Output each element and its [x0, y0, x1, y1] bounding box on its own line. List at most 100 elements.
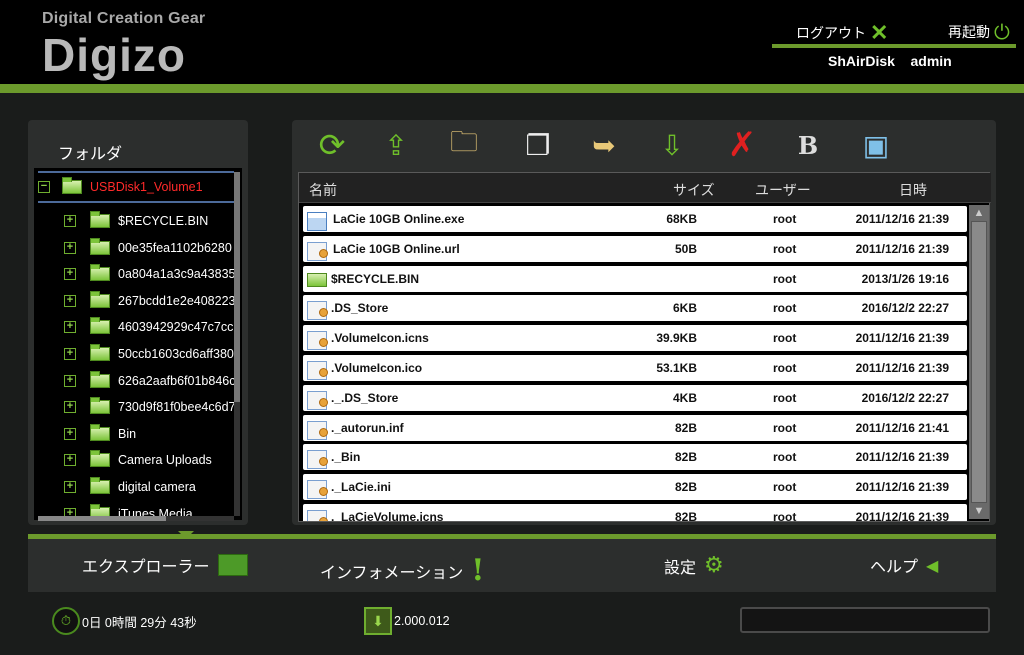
expand-icon[interactable]: +: [64, 374, 76, 387]
file-size: 82B: [674, 450, 697, 465]
file-date: 2011/12/16 21:39: [855, 331, 949, 346]
expand-icon[interactable]: +: [64, 454, 76, 467]
header-divider: [772, 44, 1016, 48]
file-row[interactable]: .VolumeIcon.icns 39.9KB root 2011/12/16 21:…: [303, 325, 967, 352]
column-size[interactable]: サイズ: [673, 180, 715, 200]
file-user: root: [773, 450, 797, 465]
scrollbar-thumb[interactable]: [38, 516, 166, 521]
preview-button[interactable]: ▣: [856, 126, 896, 164]
tree-item-label: Bin: [118, 426, 137, 441]
tree-item[interactable]: + Bin: [64, 421, 136, 447]
device-name: ShAirDisk: [828, 53, 895, 69]
delete-button[interactable]: ✗: [722, 126, 762, 164]
folder-tree[interactable]: − USBDisk1_Volume1 + $RECYCLE.BIN +00e35fe…: [34, 168, 242, 520]
column-user[interactable]: ユーザー: [755, 180, 811, 200]
file-size: 4KB: [672, 390, 697, 405]
nav-help-label: ヘルプ: [870, 557, 919, 576]
file-row[interactable]: ._.DS_Store 4KB root 2016/12/2 22:27: [303, 384, 967, 411]
column-name[interactable]: 名前: [309, 180, 337, 200]
file-user: root: [773, 510, 797, 521]
file-size: 82B: [674, 480, 697, 495]
file-row[interactable]: ._LaCie.ini 82B root 2011/12/16 21:39: [303, 474, 967, 501]
tree-item[interactable]: +0a804a1a3c9a43835: [64, 261, 235, 287]
file-name: LaCie 10GB Online.url: [333, 241, 460, 256]
nav-settings[interactable]: 設定 ⚙: [664, 553, 724, 578]
expand-icon[interactable]: +: [64, 348, 76, 360]
nav-information[interactable]: インフォメーション !: [320, 553, 484, 588]
file-name: LaCie 10GB Online.exe: [333, 212, 465, 226]
new-folder-button[interactable]: 🗀: [444, 126, 484, 164]
file-row[interactable]: .VolumeIcon.ico 53.1KB root 2011/12/16 21:3…: [303, 355, 967, 381]
expand-icon[interactable]: +: [64, 268, 76, 281]
refresh-button[interactable]: ⟳: [312, 126, 352, 164]
expand-icon[interactable]: +: [64, 321, 76, 334]
new-folder-icon: 🗀: [449, 126, 478, 157]
tree-item[interactable]: +730d9f81f0bee4c6d7: [64, 394, 235, 420]
file-name: $RECYCLE.BIN: [331, 271, 420, 286]
tree-root-item[interactable]: − USBDisk1_Volume1: [38, 174, 203, 200]
file-size: 6KB: [672, 301, 697, 316]
tree-item[interactable]: +50ccb1603cd6aff380: [64, 341, 234, 367]
file-row[interactable]: LaCie 10GB Online.url 50B root 2011/12/16 2…: [303, 235, 967, 262]
file-name: .VolumeIcon.icns: [331, 331, 429, 346]
expand-icon[interactable]: +: [64, 241, 76, 254]
file-user: root: [773, 420, 797, 435]
file-name: ._autorun.inf: [331, 420, 404, 435]
expand-icon[interactable]: +: [64, 215, 76, 227]
tree-item[interactable]: +626a2aafb6f01b846c: [64, 368, 235, 394]
expand-icon[interactable]: +: [64, 427, 76, 440]
rename-button[interactable]: B: [788, 126, 828, 164]
tree-item[interactable]: +267bcdd1e2e408223: [64, 288, 235, 314]
file-size: 68KB: [666, 212, 697, 226]
tree-item[interactable]: +4603942929c47c7cc: [64, 314, 233, 340]
status-bar: ⏱ 0日 0時間 29分 43秒 ⬇ 2.000.012: [0, 595, 1024, 655]
download-button[interactable]: ⇩: [652, 126, 692, 164]
copy-button[interactable]: ❐: [518, 126, 558, 164]
tree-item[interactable]: + $RECYCLE.BIN: [64, 208, 208, 234]
expand-icon[interactable]: +: [64, 481, 76, 493]
download-icon: ⇩: [660, 129, 684, 161]
file-row[interactable]: .DS_Store 6KB root 2016/12/2 22:27: [303, 295, 967, 322]
collapse-icon[interactable]: −: [38, 181, 50, 193]
file-user: root: [773, 480, 797, 495]
tree-item[interactable]: +00e35fea1102b6280: [64, 235, 232, 261]
tree-item[interactable]: + Camera Uploads: [64, 447, 212, 473]
file-row[interactable]: ._Bin 82B root 2011/12/16 21:39: [303, 444, 967, 471]
nav-bar: エクスプローラー インフォメーション ! 設定 ⚙ ヘルプ ◀: [28, 534, 996, 592]
nav-explorer-label: エクスプローラー: [82, 557, 210, 576]
tree-item-label: 0a804a1a3c9a43835: [118, 267, 236, 282]
tree-item-label: 626a2aafb6f01b846c: [118, 373, 236, 388]
file-name: .DS_Store: [331, 301, 389, 316]
column-date[interactable]: 日時: [899, 180, 927, 200]
nav-help[interactable]: ヘルプ ◀: [870, 553, 938, 577]
scrollbar-thumb[interactable]: [971, 221, 987, 503]
expand-icon[interactable]: +: [64, 401, 76, 414]
scroll-down-icon[interactable]: ▼: [972, 505, 986, 519]
restart-button[interactable]: 再起動 ⏻: [948, 22, 1010, 42]
file-row[interactable]: ._LaCieVolume.icns 82B root 2011/12/16 21:3…: [303, 504, 967, 521]
folder-icon: [90, 423, 110, 441]
file-row[interactable]: $RECYCLE.BIN root 2013/1/26 19:16: [303, 265, 967, 292]
expand-icon[interactable]: +: [64, 294, 76, 307]
upload-button[interactable]: ⇪: [376, 126, 416, 164]
file-date: 2011/12/16 21:39: [855, 510, 949, 521]
scrollbar-thumb[interactable]: [234, 172, 240, 402]
file-list-scrollbar[interactable]: ▲ ▼: [969, 205, 989, 519]
tree-item[interactable]: + digital camera: [64, 474, 196, 500]
rename-icon: B: [797, 130, 819, 160]
file-row[interactable]: LaCie 10GB Online.exe 68KB root 2011/12/16 …: [303, 206, 967, 232]
file-date: 2011/12/16 21:39: [855, 212, 949, 226]
application-icon: [307, 212, 327, 231]
move-button[interactable]: ➥: [584, 126, 624, 164]
file-row[interactable]: ._autorun.inf 82B root 2011/12/16 21:41: [303, 414, 967, 441]
file-date: 2013/1/26 19:16: [861, 271, 949, 286]
folder-icon: [217, 554, 248, 576]
restart-label: 再起動: [948, 25, 990, 41]
nav-explorer[interactable]: エクスプローラー: [82, 553, 248, 577]
logout-button[interactable]: ログアウト ✕: [796, 22, 888, 44]
folder-tree-scrollbar[interactable]: [234, 172, 240, 516]
file-name: ._Bin: [331, 450, 361, 465]
exclamation-icon: !: [471, 553, 485, 588]
scroll-up-icon[interactable]: ▲: [972, 207, 986, 221]
folder-tree-hscrollbar[interactable]: [38, 516, 234, 521]
